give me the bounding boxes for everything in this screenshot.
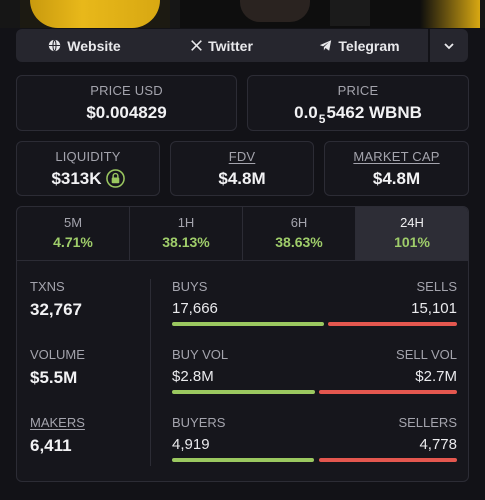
sells-label: SELLS <box>416 279 457 294</box>
buys-value: 17,666 <box>172 300 218 317</box>
buyers-label: BUYERS <box>172 415 226 430</box>
liquidity-value: $313K <box>51 169 102 188</box>
tab-change-value: 38.13% <box>162 234 210 250</box>
telegram-icon <box>319 39 332 52</box>
buys-sells-row: BUYS SELLS 17,666 15,101 <box>172 279 457 347</box>
timeframe-tabs: 5M 4.71% 1H 38.13% 6H 38.63% 24H 101% <box>17 207 468 261</box>
txns-metric: TXNS 32,767 <box>30 279 150 347</box>
website-button[interactable]: Website <box>16 29 153 62</box>
telegram-label: Telegram <box>338 37 400 54</box>
liquidity-card: LIQUIDITY $313K <box>16 141 160 196</box>
sellers-label: SELLERS <box>398 415 457 430</box>
tab-change-value: 4.71% <box>53 234 93 250</box>
liquidity-lock-icon[interactable] <box>105 169 125 193</box>
x-logo-icon <box>191 40 202 51</box>
tab-change-value: 101% <box>394 234 430 250</box>
market-cap-value: $4.8M <box>372 169 421 188</box>
sell-bar-segment <box>327 322 457 326</box>
buy-vol-label: BUY VOL <box>172 347 229 362</box>
summary-metrics: TXNS 32,767 VOLUME $5.5M MAKERS 6,411 <box>30 279 150 481</box>
tab-label: 6H <box>290 215 308 230</box>
volume-value: $5.5M <box>30 368 78 387</box>
sell-bar-segment <box>319 390 457 394</box>
tab-label: 24H <box>400 215 424 230</box>
sell-vol-value: $2.7M <box>415 368 457 385</box>
buys-label: BUYS <box>172 279 208 294</box>
trading-stats-panel: 5M 4.71% 1H 38.13% 6H 38.63% 24H 101% TX… <box>16 206 469 482</box>
sell-bar-segment <box>318 458 457 462</box>
volume-ratio-bar <box>172 390 457 394</box>
twitter-button[interactable]: Twitter <box>153 29 291 62</box>
tab-1h[interactable]: 1H 38.13% <box>130 207 243 260</box>
buy-bar-segment <box>172 322 324 326</box>
buys-sells-ratio-bar <box>172 322 457 326</box>
sells-value: 15,101 <box>411 300 457 317</box>
price-native-value: 0.055462 WBNB <box>294 103 422 126</box>
buy-sell-breakdown: BUYS SELLS 17,666 15,101 BUY VOL SELL VOL $… <box>172 279 457 481</box>
social-links-bar: Website Twitter Telegram <box>16 29 468 62</box>
makers-metric: MAKERS 6,411 <box>30 415 150 481</box>
volume-split-row: BUY VOL SELL VOL $2.8M $2.7M <box>172 347 457 415</box>
fdv-card: FDV $4.8M <box>170 141 314 196</box>
price-usd-value: $0.004829 <box>86 103 167 122</box>
makers-label[interactable]: MAKERS <box>30 415 150 430</box>
more-links-button[interactable] <box>428 29 468 62</box>
sell-vol-label: SELL VOL <box>396 347 457 362</box>
telegram-button[interactable]: Telegram <box>291 29 428 62</box>
volume-metric: VOLUME $5.5M <box>30 347 150 415</box>
market-cap-label[interactable]: MARKET CAP <box>325 149 468 164</box>
liquidity-label: LIQUIDITY <box>55 149 121 164</box>
tab-label: 5M <box>63 215 83 230</box>
buy-bar-segment <box>172 390 316 394</box>
buyers-value: 4,919 <box>172 436 210 453</box>
tab-label: 1H <box>177 215 195 230</box>
buy-vol-value: $2.8M <box>172 368 214 385</box>
market-cap-card: MARKET CAP $4.8M <box>324 141 469 196</box>
txns-label: TXNS <box>30 279 65 294</box>
price-native-label: PRICE <box>337 83 379 98</box>
banner-right-photo <box>180 0 480 28</box>
banner-left-photo <box>20 0 170 28</box>
column-divider <box>150 279 151 466</box>
header-banner-image <box>0 0 485 28</box>
liquidity-value-row: $313K <box>17 169 159 193</box>
chevron-down-icon <box>443 40 455 52</box>
globe-icon <box>48 39 61 52</box>
sellers-value: 4,778 <box>419 436 457 453</box>
fdv-value: $4.8M <box>218 169 266 188</box>
price-usd-card: PRICE USD $0.004829 <box>16 75 237 131</box>
price-native-card: PRICE 0.055462 WBNB <box>247 75 469 131</box>
website-label: Website <box>67 37 121 54</box>
twitter-label: Twitter <box>208 37 253 54</box>
makers-value: 6,411 <box>30 436 72 455</box>
tab-5m[interactable]: 5M 4.71% <box>17 207 130 260</box>
tab-24h[interactable]: 24H 101% <box>356 207 468 260</box>
fdv-label[interactable]: FDV <box>171 149 313 164</box>
price-usd-label: PRICE USD <box>90 83 163 98</box>
buyers-sellers-row: BUYERS SELLERS 4,919 4,778 <box>172 415 457 481</box>
tab-6h[interactable]: 6H 38.63% <box>243 207 356 260</box>
buyers-ratio-bar <box>172 458 457 462</box>
txns-value: 32,767 <box>30 300 82 319</box>
buy-bar-segment <box>172 458 315 462</box>
tab-change-value: 38.63% <box>275 234 323 250</box>
volume-label: VOLUME <box>30 347 85 362</box>
